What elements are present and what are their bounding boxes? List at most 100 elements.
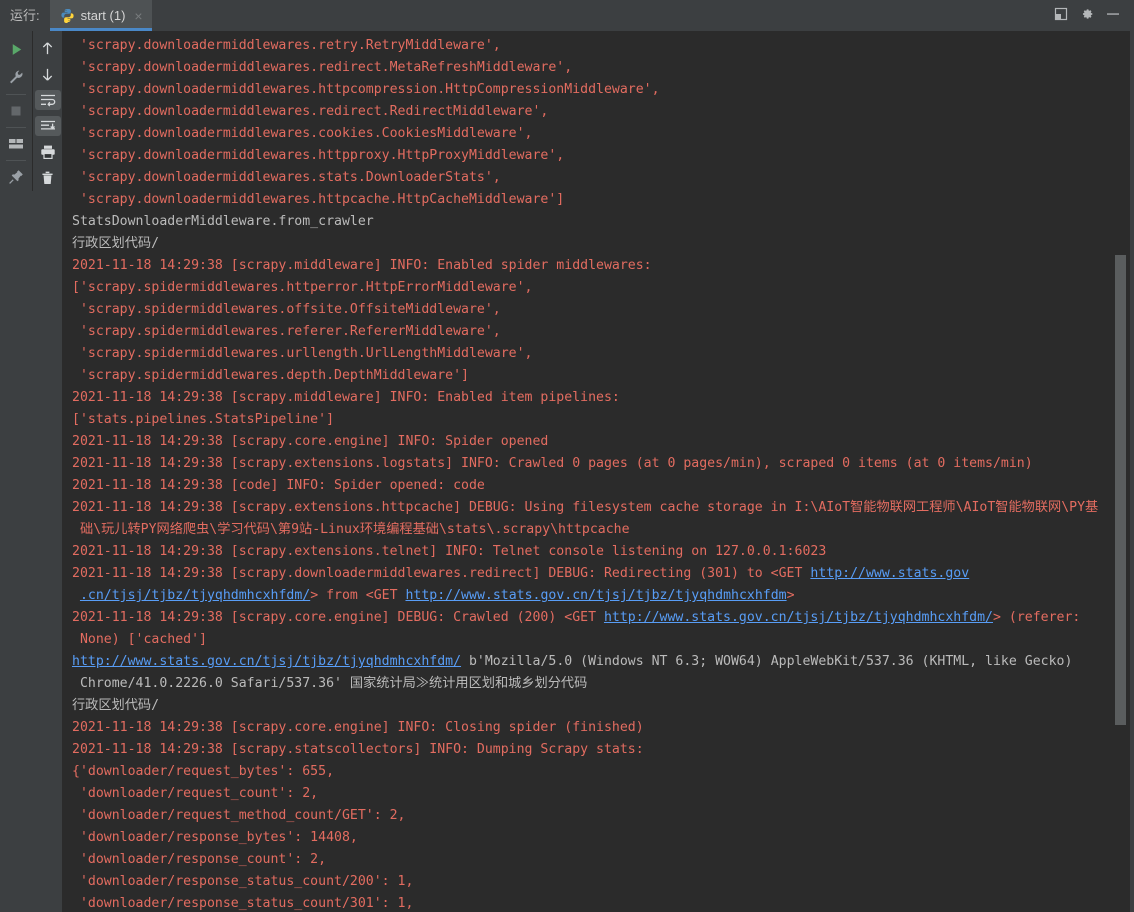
console-text: 'scrapy.downloadermiddlewares.cookies.Co…: [72, 126, 533, 141]
console-link[interactable]: .cn/tjsj/tjbz/tjyqhdmhcxhfdm/: [80, 588, 310, 603]
console-link[interactable]: http://www.stats.gov.cn/tjsj/tjbz/tjyqhd…: [72, 654, 461, 669]
console-line: 'scrapy.spidermiddlewares.referer.Refere…: [72, 321, 1112, 343]
console-text: 'scrapy.downloadermiddlewares.redirect.M…: [72, 60, 573, 75]
window-controls: [1050, 4, 1134, 31]
console-line: StatsDownloaderMiddleware.from_crawler: [72, 211, 1112, 233]
toolbar-separator: [6, 126, 26, 128]
scroll-to-end-button[interactable]: [34, 116, 61, 136]
console-line: 'scrapy.downloadermiddlewares.cookies.Co…: [72, 123, 1112, 145]
close-icon[interactable]: ×: [134, 9, 142, 23]
run-toolbar-secondary: [32, 31, 62, 191]
console-line: ['stats.pipelines.StatsPipeline']: [72, 409, 1112, 431]
down-stack-trace-button[interactable]: [35, 64, 61, 84]
console-text: 2021-11-18 14:29:38 [scrapy.middleware] …: [72, 390, 620, 405]
console-line: 2021-11-18 14:29:38 [scrapy.statscollect…: [72, 739, 1112, 761]
run-console-output[interactable]: 'scrapy.downloadermiddlewares.retry.Retr…: [62, 31, 1112, 912]
rerun-button[interactable]: [3, 38, 29, 60]
console-text: 础\玩儿转PY网络爬虫\学习代码\第9站-Linux环境编程基础\stats\.…: [72, 522, 630, 537]
console-text: 'downloader/request_count': 2,: [72, 786, 319, 801]
console-line: 'scrapy.spidermiddlewares.urllength.UrlL…: [72, 343, 1112, 365]
console-line: 'downloader/response_status_count/301': …: [72, 893, 1112, 912]
console-text: 'scrapy.downloadermiddlewares.redirect.R…: [72, 104, 549, 119]
run-tab-label: start (1): [80, 8, 126, 23]
console-line: 'scrapy.spidermiddlewares.offsite.Offsit…: [72, 299, 1112, 321]
console-link[interactable]: http://www.stats.gov.cn/tjsj/tjbz/tjyqhd…: [405, 588, 786, 603]
console-text: 'downloader/request_method_count/GET': 2…: [72, 808, 406, 823]
console-line: 'downloader/response_bytes': 14408,: [72, 827, 1112, 849]
console-text: 'scrapy.downloadermiddlewares.retry.Retr…: [72, 38, 501, 53]
layout-button[interactable]: [3, 133, 29, 155]
console-line: None) ['cached']: [72, 629, 1112, 651]
console-text: 2021-11-18 14:29:38 [scrapy.core.engine]…: [72, 720, 644, 735]
run-tool-window-header: 运行: start (1) ×: [0, 0, 1134, 31]
console-line: 行政区划代码/: [72, 695, 1112, 717]
console-text: 2021-11-18 14:29:38 [scrapy.core.engine]…: [72, 610, 604, 625]
console-line: 'scrapy.downloadermiddlewares.httpproxy.…: [72, 145, 1112, 167]
console-text: 'scrapy.downloadermiddlewares.httpcache.…: [72, 192, 565, 207]
console-text: Chrome/41.0.2226.0 Safari/537.36' 国家统计局≫…: [72, 676, 588, 691]
console-text: > from <GET: [310, 588, 406, 603]
console-text: 'scrapy.downloadermiddlewares.httpproxy.…: [72, 148, 565, 163]
console-text: 'downloader/response_status_count/301': …: [72, 896, 414, 911]
console-vertical-scrollbar[interactable]: [1115, 255, 1126, 725]
console-text: 行政区划代码/: [72, 236, 160, 251]
console-line: 'downloader/request_method_count/GET': 2…: [72, 805, 1112, 827]
console-text: 'downloader/response_status_count/200': …: [72, 874, 414, 889]
toolbar-separator: [6, 159, 26, 161]
console-line: 础\玩儿转PY网络爬虫\学习代码\第9站-Linux环境编程基础\stats\.…: [72, 519, 1112, 541]
console-line: 2021-11-18 14:29:38 [scrapy.extensions.t…: [72, 541, 1112, 563]
console-text: None) ['cached']: [72, 632, 207, 647]
console-text: b'Mozilla/5.0 (Windows NT 6.3; WOW64) Ap…: [461, 654, 1073, 669]
gear-icon[interactable]: [1076, 4, 1098, 24]
console-line: 2021-11-18 14:29:38 [scrapy.extensions.h…: [72, 497, 1112, 519]
restore-panel-icon[interactable]: [1050, 4, 1072, 24]
console-link[interactable]: http://www.stats.gov: [810, 566, 969, 581]
console-text: 行政区划代码/: [72, 698, 160, 713]
console-text: {'downloader/request_bytes': 655,: [72, 764, 335, 779]
console-line: http://www.stats.gov.cn/tjsj/tjbz/tjyqhd…: [72, 651, 1112, 673]
console-line: 2021-11-18 14:29:38 [scrapy.core.engine]…: [72, 431, 1112, 453]
run-toolbar-primary: [0, 31, 32, 191]
console-text: 2021-11-18 14:29:38 [code] INFO: Spider …: [72, 478, 485, 493]
pin-tab-button[interactable]: [3, 166, 29, 188]
console-line: 'scrapy.downloadermiddlewares.redirect.M…: [72, 57, 1112, 79]
console-text: StatsDownloaderMiddleware.from_crawler: [72, 214, 374, 229]
console-line: 2021-11-18 14:29:38 [scrapy.downloadermi…: [72, 563, 1112, 585]
console-line: 'downloader/response_count': 2,: [72, 849, 1112, 871]
soft-wrap-button[interactable]: [34, 90, 61, 110]
console-text: 2021-11-18 14:29:38 [scrapy.core.engine]…: [72, 434, 549, 449]
console-line: 2021-11-18 14:29:38 [scrapy.extensions.l…: [72, 453, 1112, 475]
edit-configurations-button[interactable]: [3, 66, 29, 88]
console-text: 2021-11-18 14:29:38 [scrapy.extensions.t…: [72, 544, 827, 559]
console-line: 2021-11-18 14:29:38 [scrapy.middleware] …: [72, 255, 1112, 277]
console-text: > (referer:: [993, 610, 1081, 625]
console-line: 'scrapy.downloadermiddlewares.httpcompre…: [72, 79, 1112, 101]
console-text: 2021-11-18 14:29:38 [scrapy.statscollect…: [72, 742, 644, 757]
run-tab-start[interactable]: start (1) ×: [49, 0, 152, 31]
panel-right-edge: [1130, 31, 1134, 912]
console-line: 2021-11-18 14:29:38 [code] INFO: Spider …: [72, 475, 1112, 497]
up-stack-trace-button[interactable]: [35, 38, 61, 58]
console-text: 'scrapy.spidermiddlewares.urllength.UrlL…: [72, 346, 533, 361]
console-line: 'downloader/response_status_count/200': …: [72, 871, 1112, 893]
console-text: 2021-11-18 14:29:38 [scrapy.extensions.l…: [72, 456, 1033, 471]
console-link[interactable]: http://www.stats.gov.cn/tjsj/tjbz/tjyqhd…: [604, 610, 993, 625]
minimize-icon[interactable]: [1102, 4, 1124, 24]
console-text: 'scrapy.spidermiddlewares.offsite.Offsit…: [72, 302, 501, 317]
console-line: 2021-11-18 14:29:38 [scrapy.middleware] …: [72, 387, 1112, 409]
console-line: {'downloader/request_bytes': 655,: [72, 761, 1112, 783]
console-text: 'scrapy.downloadermiddlewares.stats.Down…: [72, 170, 501, 185]
console-text: 'downloader/response_bytes': 14408,: [72, 830, 358, 845]
console-line: .cn/tjsj/tjbz/tjyqhdmhcxhfdm/> from <GET…: [72, 585, 1112, 607]
print-button[interactable]: [35, 142, 61, 162]
console-text: 'scrapy.downloadermiddlewares.httpcompre…: [72, 82, 660, 97]
stop-button[interactable]: [3, 99, 29, 121]
console-line: 2021-11-18 14:29:38 [scrapy.core.engine]…: [72, 607, 1112, 629]
console-line: 2021-11-18 14:29:38 [scrapy.core.engine]…: [72, 717, 1112, 739]
trash-icon[interactable]: [35, 168, 61, 188]
console-line: 'scrapy.spidermiddlewares.depth.DepthMid…: [72, 365, 1112, 387]
console-text: 2021-11-18 14:29:38 [scrapy.extensions.h…: [72, 500, 1099, 515]
console-text: >: [786, 588, 795, 603]
console-text: 'scrapy.spidermiddlewares.depth.DepthMid…: [72, 368, 469, 383]
